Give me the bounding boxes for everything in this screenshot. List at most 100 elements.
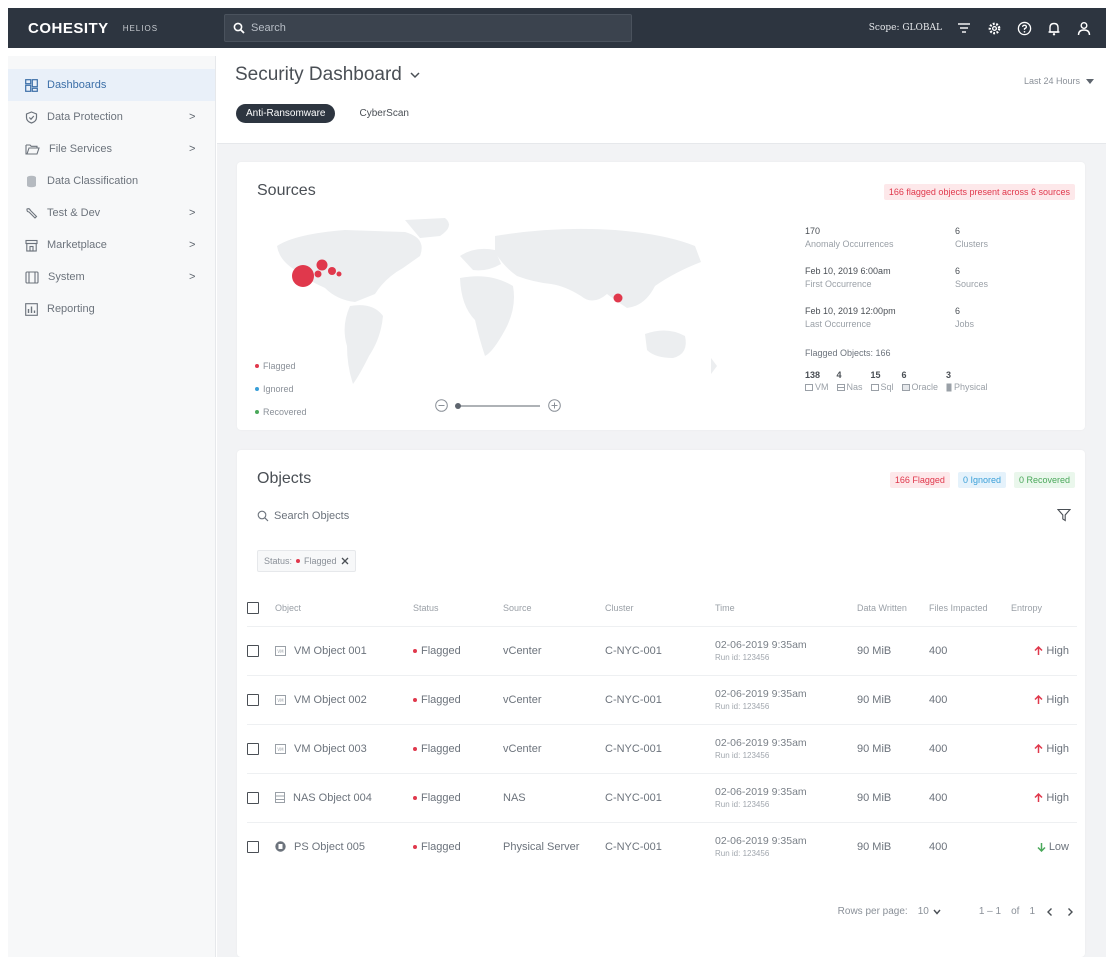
object-type-breakdown: 138 VM 4 Nas 15 Sql 6 Oracle 3 Physical xyxy=(805,370,988,392)
row-entropy: High xyxy=(1046,644,1069,657)
col-files-impacted[interactable]: Files Impacted xyxy=(929,590,1011,626)
map-zoom-control xyxy=(435,399,561,412)
scope-label[interactable]: Scope: GLOBAL xyxy=(869,23,942,33)
map-marker-mini[interactable] xyxy=(336,271,342,277)
server-icon xyxy=(25,270,39,284)
sidebar-item-file-services[interactable]: File Services > xyxy=(8,133,215,165)
pagination: Rows per page: 10 1 – 1 of 1 xyxy=(838,906,1075,917)
row-files-impacted: 400 xyxy=(929,723,1011,773)
zoom-in-icon[interactable] xyxy=(548,399,561,412)
sidebar-item-label: Data Protection xyxy=(47,111,123,123)
row-time: 02-06-2019 9:35am xyxy=(715,639,807,651)
brand-logo: COHESITY xyxy=(28,19,109,37)
report-icon xyxy=(25,302,38,316)
col-time[interactable]: Time xyxy=(715,590,857,626)
rows-per-page-label: Rows per page: xyxy=(837,906,908,917)
row-checkbox[interactable] xyxy=(247,644,259,657)
row-checkbox[interactable] xyxy=(247,840,259,853)
col-data-written[interactable]: Data Written xyxy=(857,590,929,626)
next-page-icon[interactable] xyxy=(1065,907,1075,917)
sidebar-item-system[interactable]: System > xyxy=(8,261,215,293)
global-search-input[interactable]: Search xyxy=(224,14,632,42)
objects-table: Object Status Source Cluster Time Data W… xyxy=(247,590,1077,871)
row-checkbox[interactable] xyxy=(247,742,259,755)
dashboard-tabs: Anti-Ransomware CyberScan xyxy=(236,104,419,123)
search-placeholder: Search xyxy=(251,22,286,34)
row-files-impacted: 400 xyxy=(929,625,1011,675)
objects-search-input[interactable]: Search Objects xyxy=(257,510,349,522)
gear-icon[interactable] xyxy=(986,20,1002,36)
row-data-written: 90 MiB xyxy=(857,723,929,773)
col-entropy[interactable]: Entropy xyxy=(1011,590,1077,626)
sidebar-item-reporting[interactable]: Reporting xyxy=(8,293,215,325)
zoom-slider[interactable] xyxy=(454,402,542,410)
table-row[interactable]: VM VM Object 001 Flagged vCenter C-NYC-00… xyxy=(247,625,1077,675)
object-name[interactable]: NAS Object 004 xyxy=(293,792,372,804)
select-all-checkbox[interactable] xyxy=(247,601,259,614)
map-marker-small[interactable] xyxy=(328,267,336,275)
oracle-icon xyxy=(901,383,910,391)
close-icon[interactable] xyxy=(341,557,349,565)
physical-server-icon xyxy=(946,383,952,391)
help-icon[interactable] xyxy=(1016,20,1032,36)
sidebar-item-label: Marketplace xyxy=(47,239,107,251)
object-name[interactable]: VM Object 001 xyxy=(294,645,367,657)
chevron-down-icon xyxy=(410,71,420,78)
previous-page-icon[interactable] xyxy=(1045,907,1055,917)
sidebar-item-marketplace[interactable]: Marketplace > xyxy=(8,229,215,261)
rows-per-page-select[interactable]: 10 xyxy=(918,906,941,917)
tab-anti-ransomware[interactable]: Anti-Ransomware xyxy=(236,104,336,123)
object-name[interactable]: VM Object 002 xyxy=(294,694,367,706)
search-icon xyxy=(233,22,245,34)
table-row[interactable]: NAS Object 004 Flagged NAS C-NYC-001 02-… xyxy=(247,772,1077,822)
chevron-right-icon: > xyxy=(189,143,196,155)
row-status: Flagged xyxy=(421,742,461,755)
stat-clusters: 6 Clusters xyxy=(955,226,989,249)
user-icon[interactable] xyxy=(1076,20,1092,36)
chip-prefix: Status: xyxy=(264,556,293,566)
row-checkbox[interactable] xyxy=(247,693,259,706)
object-name[interactable]: VM Object 003 xyxy=(294,743,367,755)
filter-lines-icon[interactable] xyxy=(956,20,972,36)
map-marker-india[interactable] xyxy=(613,293,623,303)
ignored-count-pill[interactable]: 0 Ignored xyxy=(957,472,1006,488)
brand-subtitle: HELIOS xyxy=(122,23,159,33)
tab-cyberscan[interactable]: CyberScan xyxy=(349,104,418,123)
arrow-up-icon xyxy=(1034,645,1043,655)
table-row[interactable]: VM VM Object 002 Flagged vCenter C-NYC-00… xyxy=(247,674,1077,724)
search-icon xyxy=(257,510,269,522)
map-marker-medium[interactable] xyxy=(316,259,328,271)
col-cluster[interactable]: Cluster xyxy=(605,590,715,626)
sidebar-item-data-classification[interactable]: Data Classification xyxy=(8,165,215,197)
stat-anomaly-occurrences: 170 Anomaly Occurrences xyxy=(805,226,894,249)
folder-icon xyxy=(25,144,40,155)
row-data-written: 90 MiB xyxy=(857,674,929,724)
col-status[interactable]: Status xyxy=(413,590,503,626)
map-marker-tiny[interactable] xyxy=(314,270,322,278)
bell-icon[interactable] xyxy=(1046,20,1062,36)
recovered-count-pill[interactable]: 0 Recovered xyxy=(1013,472,1075,488)
time-range-select[interactable]: Last 24 Hours xyxy=(1024,76,1094,86)
col-source[interactable]: Source xyxy=(503,590,605,626)
map-marker-large[interactable] xyxy=(292,265,314,287)
brand[interactable]: COHESITY HELIOS xyxy=(8,20,224,37)
page-title[interactable]: Security Dashboard xyxy=(235,64,420,86)
table-row[interactable]: VM VM Object 003 Flagged vCenter C-NYC-00… xyxy=(247,723,1077,773)
zoom-out-icon[interactable] xyxy=(435,399,448,412)
status-filter-chip[interactable]: Status: Flagged xyxy=(257,550,356,572)
sql-icon xyxy=(870,383,879,391)
arrow-down-icon xyxy=(1037,842,1046,852)
sidebar-item-data-protection[interactable]: Data Protection > xyxy=(8,101,215,133)
sidebar-item-test-dev[interactable]: Test & Dev > xyxy=(8,197,215,229)
object-name[interactable]: PS Object 005 xyxy=(294,841,365,853)
row-files-impacted: 400 xyxy=(929,821,1011,871)
world-map[interactable] xyxy=(255,216,725,396)
row-run-id: Run id: 123456 xyxy=(715,800,770,809)
sidebar-item-dashboards[interactable]: Dashboards xyxy=(8,69,215,101)
table-row[interactable]: PS Object 005 Flagged Physical Server C-… xyxy=(247,821,1077,871)
col-object[interactable]: Object xyxy=(275,590,413,626)
row-checkbox[interactable] xyxy=(247,791,259,804)
row-data-written: 90 MiB xyxy=(857,772,929,822)
flagged-count-pill[interactable]: 166 Flagged xyxy=(889,472,950,488)
filter-icon[interactable] xyxy=(1057,508,1071,522)
